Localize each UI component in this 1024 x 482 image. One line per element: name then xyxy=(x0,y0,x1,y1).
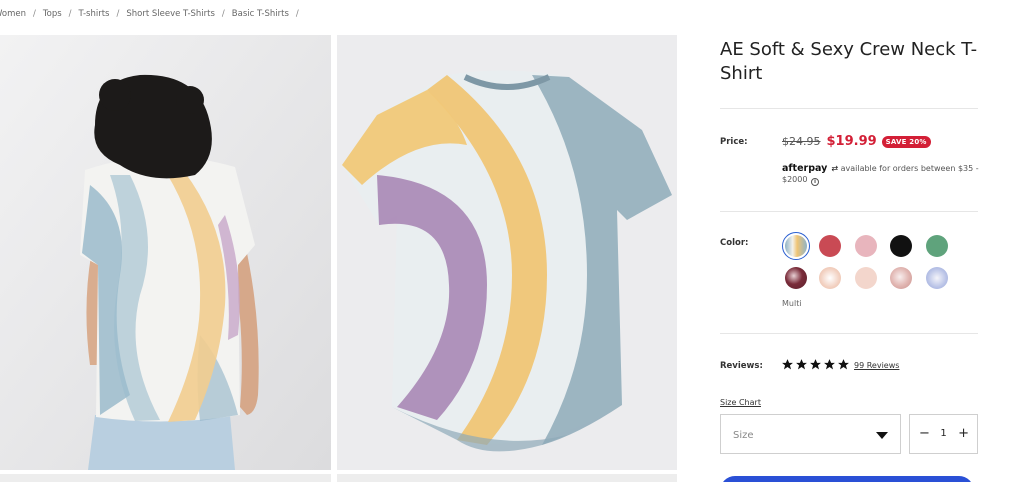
swatch-peach[interactable] xyxy=(819,267,841,289)
breadcrumb-tops[interactable]: Tops xyxy=(43,9,62,19)
swatch-lavender[interactable] xyxy=(926,267,948,289)
breadcrumb: Women / Tops / T-shirts / Short Sleeve T… xyxy=(0,8,306,20)
star-icon xyxy=(838,359,849,370)
model-back-illustration xyxy=(0,35,331,470)
star-icon xyxy=(782,359,793,370)
afterpay-logo: afterpay xyxy=(782,163,828,174)
divider xyxy=(720,108,978,109)
swatch-blush[interactable] xyxy=(855,267,877,289)
swatch-rose[interactable] xyxy=(890,267,912,289)
swatch-multi[interactable] xyxy=(785,235,807,257)
star-icon xyxy=(796,359,807,370)
add-to-bag-button[interactable] xyxy=(720,476,974,482)
divider xyxy=(720,211,978,212)
quantity-stepper: − 1 + xyxy=(909,414,978,454)
star-icon xyxy=(810,359,821,370)
breadcrumb-tshirts[interactable]: T-shirts xyxy=(79,9,110,19)
color-label: Color: xyxy=(720,238,749,248)
size-select[interactable]: Size xyxy=(720,414,901,454)
breadcrumb-women[interactable]: Women xyxy=(0,9,26,19)
quantity-increase-button[interactable]: + xyxy=(958,426,969,442)
star-rating[interactable] xyxy=(781,358,851,371)
reviews-label: Reviews: xyxy=(720,361,763,371)
reviews-link[interactable]: 99 Reviews xyxy=(854,361,899,370)
price-label: Price: xyxy=(720,137,748,147)
product-title: AE Soft & Sexy Crew Neck T-Shirt xyxy=(720,39,978,84)
sale-price: $19.99 xyxy=(826,134,877,149)
size-chart-link[interactable]: Size Chart xyxy=(720,398,761,407)
caret-down-icon xyxy=(876,432,888,439)
swatch-burgundy[interactable] xyxy=(785,267,807,289)
product-image-model-back[interactable] xyxy=(0,35,331,470)
product-image-thumbnail-row[interactable] xyxy=(337,474,677,482)
original-price: $24.95 xyxy=(782,135,821,148)
product-image-thumbnail-row[interactable] xyxy=(0,474,331,482)
save-badge: SAVE 20% xyxy=(881,135,931,148)
breadcrumb-separator: / xyxy=(68,9,72,19)
afterpay-arrows-icon: ⇄ xyxy=(831,164,841,173)
breadcrumb-separator: / xyxy=(116,9,120,19)
breadcrumb-separator: / xyxy=(221,9,225,19)
info-icon[interactable]: i xyxy=(811,178,819,186)
swatch-black[interactable] xyxy=(890,235,912,257)
size-select-placeholder: Size xyxy=(733,430,754,441)
breadcrumb-separator: / xyxy=(33,9,36,19)
breadcrumb-separator: / xyxy=(295,9,299,19)
product-image-flat-lay[interactable] xyxy=(337,35,677,470)
swatch-green[interactable] xyxy=(926,235,948,257)
star-icon xyxy=(824,359,835,370)
afterpay-info: afterpay ⇄ available for orders between $… xyxy=(782,163,982,186)
swatch-red[interactable] xyxy=(819,235,841,257)
breadcrumb-short-sleeve[interactable]: Short Sleeve T-Shirts xyxy=(126,9,215,19)
breadcrumb-basic-tshirts[interactable]: Basic T-Shirts xyxy=(232,9,289,19)
swatch-light-pink[interactable] xyxy=(855,235,877,257)
tie-dye-shirt-illustration xyxy=(337,35,677,470)
price-row: $24.95 $19.99 SAVE 20% xyxy=(782,134,931,149)
selected-color-name: Multi xyxy=(782,299,802,308)
divider xyxy=(720,333,978,334)
